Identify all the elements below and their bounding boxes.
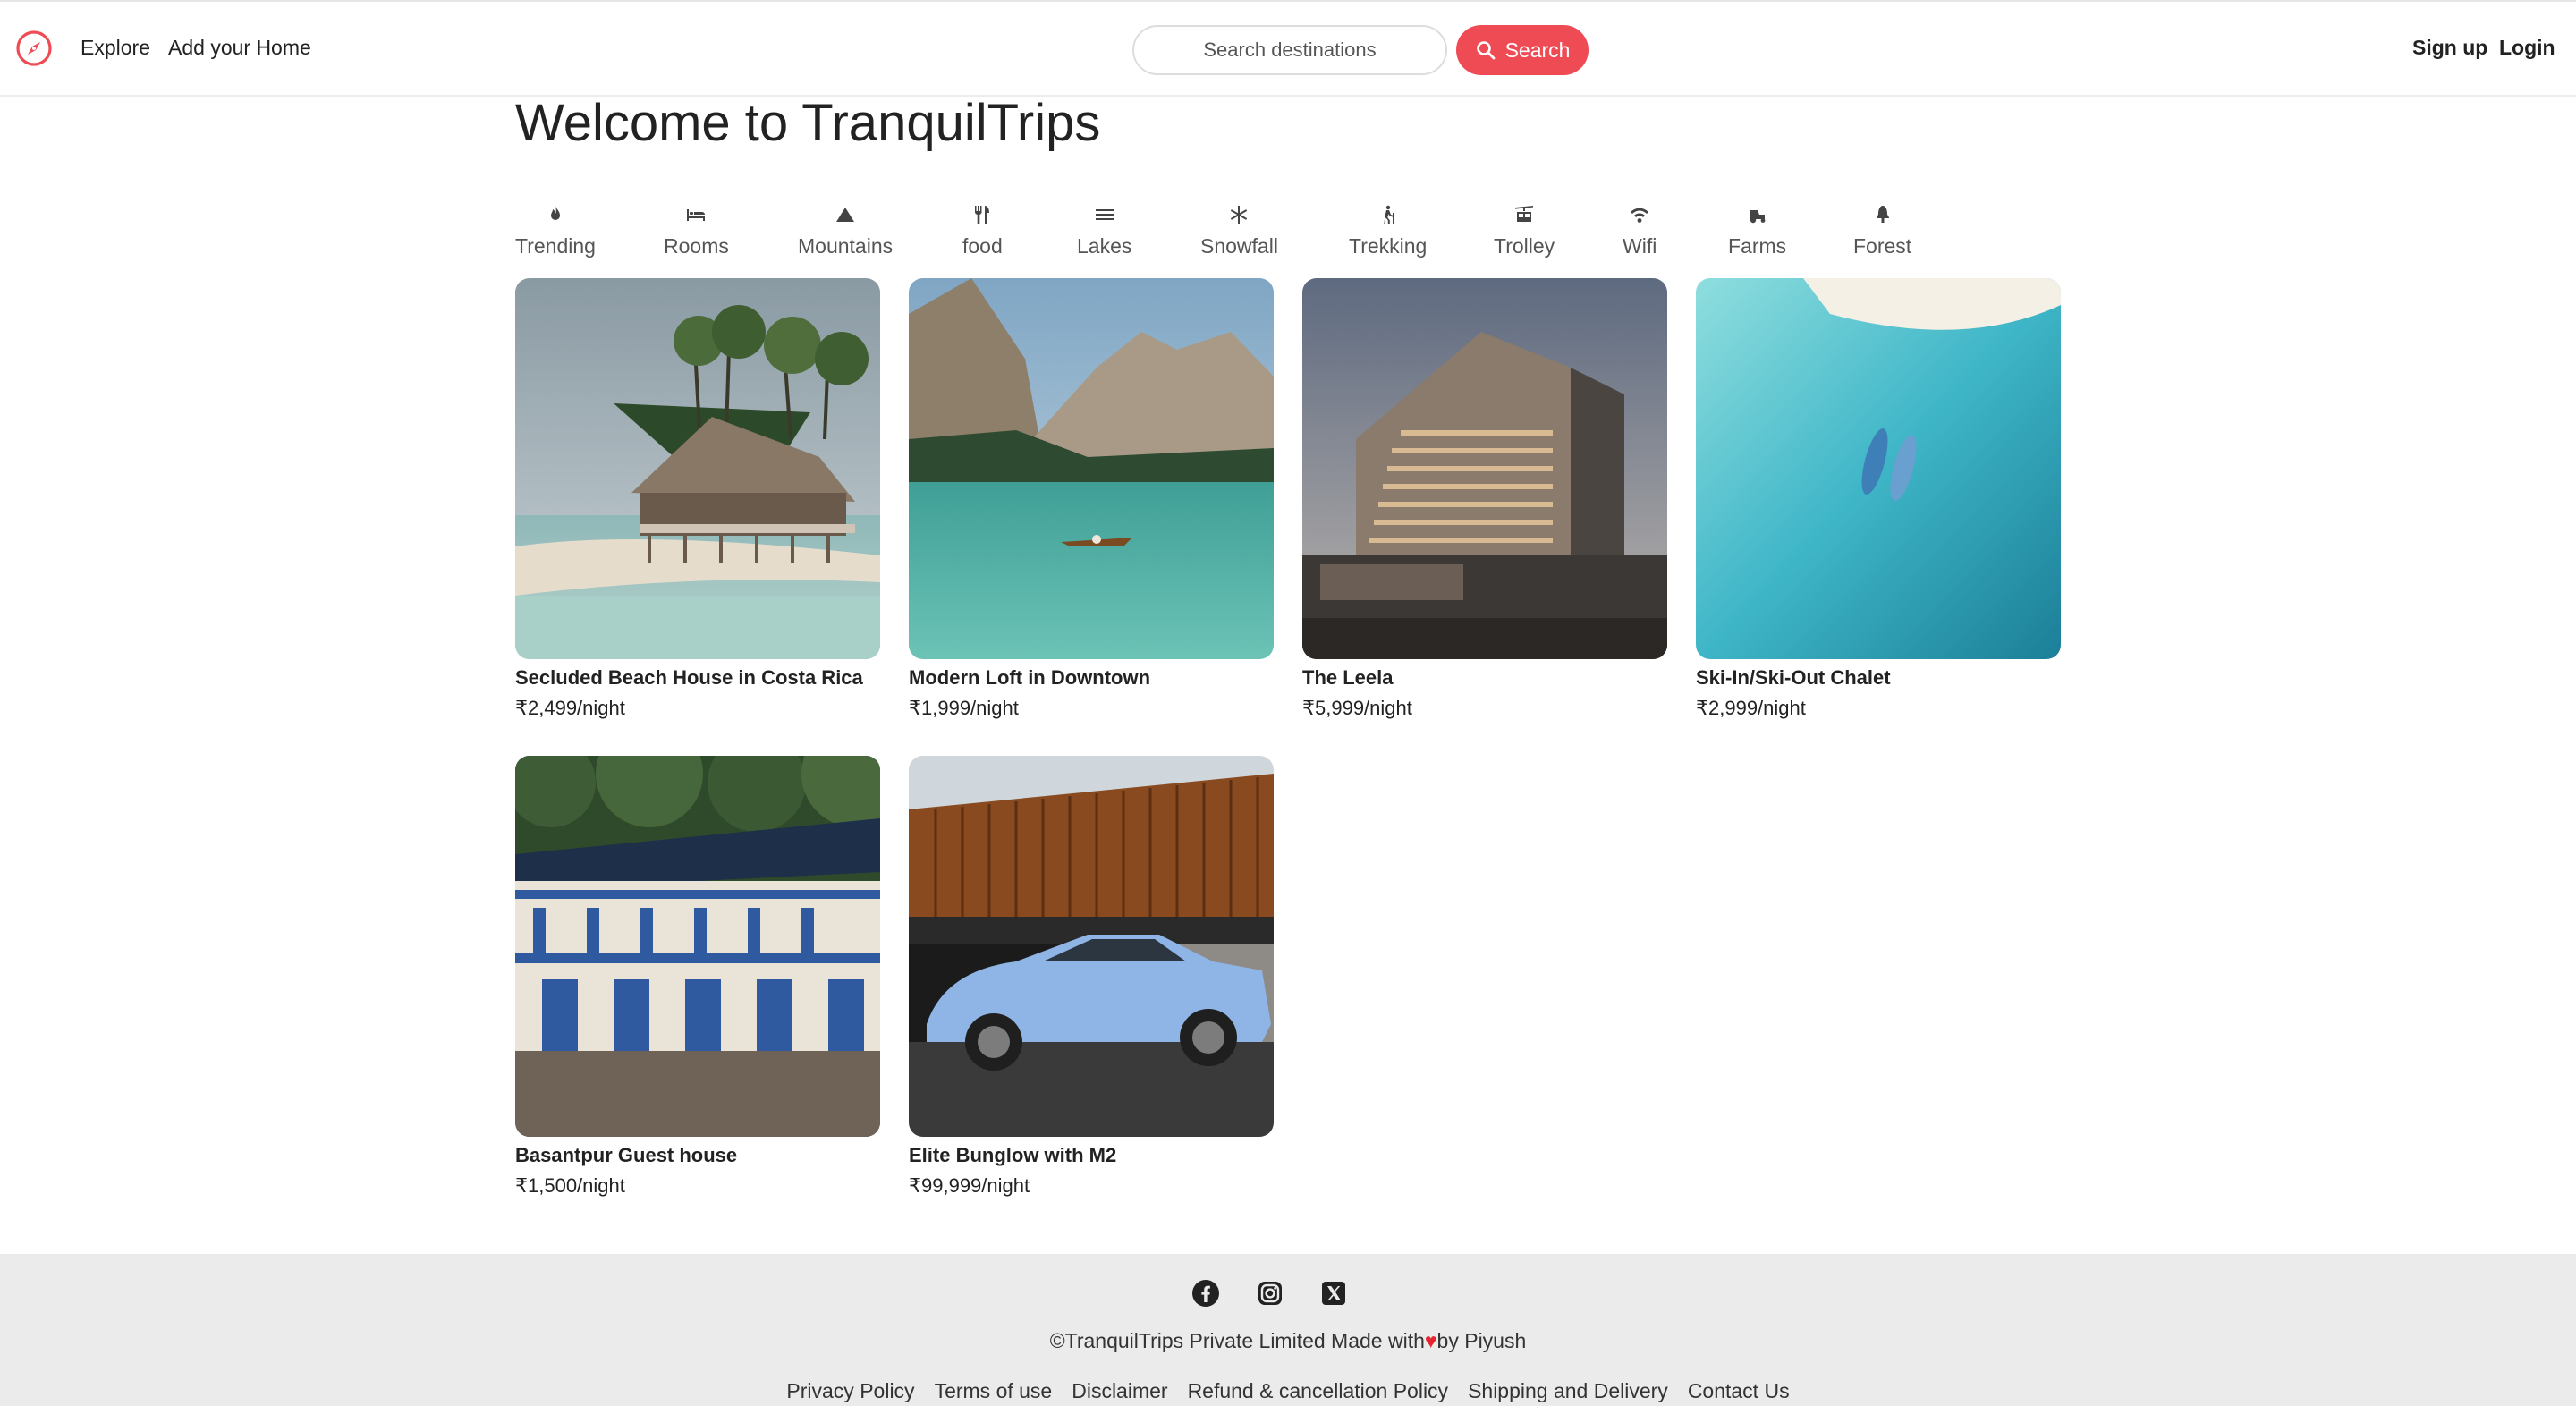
listing-price: ₹2,499/night	[515, 697, 625, 719]
bed-icon	[683, 202, 708, 227]
filter-label: Rooms	[664, 234, 729, 258]
filter-lakes[interactable]: Lakes	[1077, 202, 1131, 258]
filter-trending[interactable]: Trending	[515, 202, 596, 258]
facebook-icon[interactable]	[1190, 1277, 1222, 1309]
filter-label: food	[962, 234, 1003, 258]
x-icon[interactable]	[1318, 1277, 1350, 1309]
listing-card[interactable]: Secluded Beach House in Costa Rica ₹2,49…	[515, 278, 880, 720]
listing-title: Ski-In/Ski-Out Chalet	[1696, 666, 1891, 689]
listing-price: ₹99,999/night	[909, 1174, 1030, 1197]
footer-link-privacy[interactable]: Privacy Policy	[786, 1379, 914, 1403]
hotel-building-photo	[1302, 278, 1667, 659]
beach-house-photo	[515, 278, 880, 659]
filter-label: Mountains	[798, 234, 894, 258]
listing-card[interactable]: Modern Loft in Downtown ₹1,999/night	[909, 278, 1274, 720]
login-link[interactable]: Login	[2499, 36, 2555, 60]
search-input[interactable]	[1132, 25, 1447, 75]
listing-price: ₹2,999/night	[1696, 697, 1806, 719]
turquoise-sea-photo	[1696, 278, 2061, 659]
filter-label: Trolley	[1494, 234, 1555, 258]
filter-wifi[interactable]: Wifi	[1623, 202, 1657, 258]
copyright-suffix: by Piyush	[1436, 1329, 1527, 1352]
heart-icon: ♥	[1424, 1329, 1437, 1352]
listing-price: ₹1,999/night	[909, 697, 1019, 719]
footer-link-disclaimer[interactable]: Disclaimer	[1072, 1379, 1167, 1403]
navbar: Explore Add your Home Search Sign up Log…	[0, 0, 2576, 97]
car-bungalow-photo	[909, 756, 1274, 1137]
listing-card[interactable]: Ski-In/Ski-Out Chalet ₹2,999/night	[1696, 278, 2061, 720]
nav-add-home-link[interactable]: Add your Home	[168, 36, 311, 60]
nav-explore-link[interactable]: Explore	[80, 36, 150, 60]
footer-link-contact[interactable]: Contact Us	[1688, 1379, 1790, 1403]
filter-label: Wifi	[1623, 234, 1657, 258]
fire-icon	[543, 202, 568, 227]
filter-forest[interactable]: Forest	[1853, 202, 1911, 258]
copyright-text: ©TranquilTrips Private Limited Made with…	[0, 1329, 2576, 1353]
filter-label: Trending	[515, 234, 596, 258]
listing-title: The Leela	[1302, 666, 1394, 689]
utensils-icon	[970, 202, 995, 227]
filter-label: Snowfall	[1200, 234, 1278, 258]
signup-link[interactable]: Sign up	[2412, 36, 2487, 60]
filter-label: Trekking	[1349, 234, 1428, 258]
filter-rooms[interactable]: Rooms	[664, 202, 729, 258]
hiking-icon	[1376, 202, 1401, 227]
listing-card[interactable]: Elite Bunglow with M2 ₹99,999/night	[909, 756, 1274, 1198]
listing-title: Modern Loft in Downtown	[909, 666, 1151, 689]
listing-price: ₹1,500/night	[515, 1174, 625, 1197]
footer-link-refund[interactable]: Refund & cancellation Policy	[1188, 1379, 1449, 1403]
listing-title: Elite Bunglow with M2	[909, 1144, 1117, 1166]
filter-label: Lakes	[1077, 234, 1132, 258]
snowflake-icon	[1226, 202, 1251, 227]
footer: ©TranquilTrips Private Limited Made with…	[0, 1254, 2576, 1406]
listing-price: ₹5,999/night	[1302, 697, 1412, 719]
filter-mountains[interactable]: Mountains	[798, 202, 893, 258]
tree-icon	[1870, 202, 1895, 227]
listing-card[interactable]: Basantpur Guest house ₹1,500/night	[515, 756, 880, 1198]
filter-label: Forest	[1853, 234, 1912, 258]
tractor-icon	[1745, 202, 1770, 227]
compass-icon[interactable]	[14, 29, 54, 68]
filter-trekking[interactable]: Trekking	[1349, 202, 1427, 258]
instagram-icon[interactable]	[1254, 1277, 1286, 1309]
guest-house-photo	[515, 756, 880, 1137]
water-icon	[1092, 202, 1117, 227]
page-title: Welcome to TranquilTrips	[515, 94, 1101, 152]
mountain-lake-photo	[909, 278, 1274, 659]
footer-link-shipping[interactable]: Shipping and Delivery	[1468, 1379, 1668, 1403]
filter-trolley[interactable]: Trolley	[1494, 202, 1555, 258]
mountain-icon	[833, 202, 858, 227]
listing-card[interactable]: The Leela ₹5,999/night	[1302, 278, 1667, 720]
search-icon	[1476, 41, 1495, 60]
filter-food[interactable]: food	[962, 202, 1003, 258]
copyright-prefix: ©TranquilTrips Private Limited Made with	[1049, 1329, 1425, 1352]
footer-link-terms[interactable]: Terms of use	[935, 1379, 1053, 1403]
cable-car-icon	[1512, 202, 1537, 227]
search-button[interactable]: Search	[1456, 25, 1589, 75]
filter-snowfall[interactable]: Snowfall	[1200, 202, 1278, 258]
listing-title: Secluded Beach House in Costa Rica	[515, 666, 863, 689]
wifi-icon	[1627, 202, 1652, 227]
search-button-label: Search	[1504, 38, 1571, 62]
listing-title: Basantpur Guest house	[515, 1144, 738, 1166]
filter-farms[interactable]: Farms	[1728, 202, 1786, 258]
filter-label: Farms	[1728, 234, 1787, 258]
footer-links: Privacy Policy Terms of use Disclaimer R…	[0, 1379, 2576, 1403]
